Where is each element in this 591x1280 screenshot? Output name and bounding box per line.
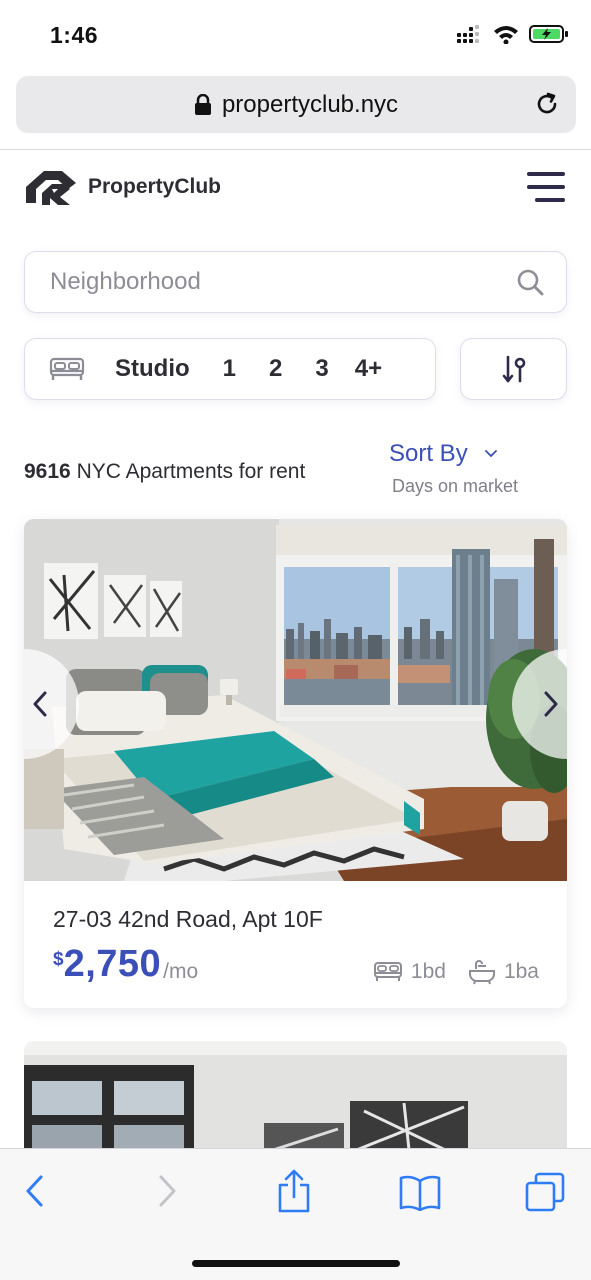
price-currency: $ [53,949,64,970]
bed-option-3[interactable]: 3 [315,355,328,383]
forward-icon[interactable] [156,1173,178,1209]
wifi-icon [494,26,518,44]
results-count: 9616 NYC Apartments for rent [24,460,305,484]
results-label: NYC Apartments for rent [76,460,306,483]
neighborhood-search[interactable] [24,251,567,313]
reload-icon[interactable] [532,89,562,119]
address-bar[interactable]: propertyclub.nyc [16,76,576,133]
bed-icon [373,962,402,981]
chevron-right-icon [544,691,558,717]
url-wrap: propertyclub.nyc [194,91,398,119]
search-icon[interactable] [516,268,544,296]
lock-icon [194,93,211,115]
status-bar: 1:46 [0,0,591,70]
status-icons [457,24,569,44]
advanced-filter-button[interactable] [460,338,567,400]
listing-photo[interactable] [24,519,567,881]
bed-icon [49,357,85,380]
bedroom-photo [24,519,567,881]
share-icon[interactable] [276,1169,312,1213]
listing-card[interactable] [24,1041,567,1161]
propertyclub-logo-icon [26,171,76,205]
bookmarks-icon[interactable] [398,1175,442,1211]
bed-option-4-plus[interactable]: 4+ [355,355,382,383]
price-unit: /mo [163,960,199,983]
sort-value: Days on market [392,476,519,496]
tabs-icon[interactable] [524,1171,566,1213]
bed-option-2[interactable]: 2 [269,355,282,383]
chevron-left-icon [33,691,47,717]
home-indicator [192,1260,400,1267]
listing-address[interactable]: 27-03 42nd Road, Apt 10F [53,906,323,933]
listing-baths: 1ba [503,960,539,983]
price-amount: 2,750 [63,943,162,985]
sort-by-label: Sort By [389,440,468,467]
logo-text: PropertyClub [88,175,222,198]
logo[interactable]: PropertyClub [24,167,221,207]
hamburger-menu-icon[interactable] [527,172,567,202]
url-text[interactable]: propertyclub.nyc [222,91,398,119]
back-icon[interactable] [24,1173,46,1209]
chevron-down-icon [484,450,497,457]
browser-address-area: propertyclub.nyc [0,70,591,150]
bed-option-studio[interactable]: Studio [115,355,190,383]
filter-icon [502,355,525,383]
search-input[interactable] [50,268,516,296]
listing-photo [24,1041,567,1161]
bed-option-1[interactable]: 1 [223,355,236,383]
bedroom-filter: Studio 1 2 3 4+ [24,338,436,400]
battery-icon [529,25,568,43]
sort-by-dropdown[interactable]: Sort By [389,440,498,468]
bath-icon [468,960,495,985]
results-number: 9616 [24,460,71,483]
signal-icon [457,25,479,43]
site-header: PropertyClub [0,150,591,230]
listing-beds: 1bd [410,960,446,983]
status-time: 1:46 [50,22,99,48]
listing-meta: 1bd 1ba [373,959,539,985]
listing-card[interactable]: 27-03 42nd Road, Apt 10F $ 2,750 /mo 1bd… [24,519,567,1008]
listing-price: $ 2,750 /mo [53,943,198,986]
